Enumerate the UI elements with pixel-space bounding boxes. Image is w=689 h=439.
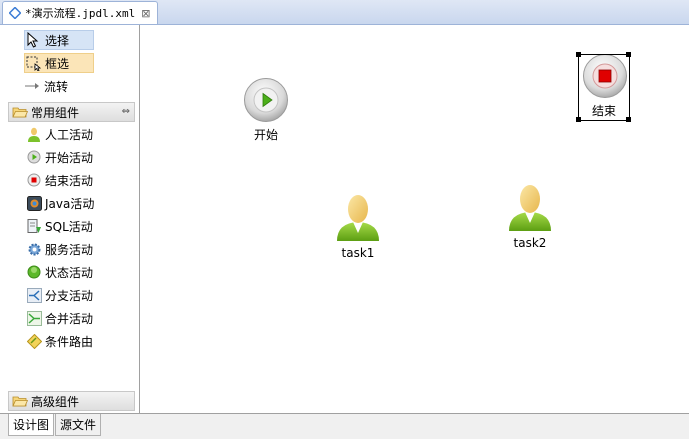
palette-item-sql[interactable]: SQL活动 (26, 216, 93, 236)
user-icon (509, 185, 551, 231)
palette-item-label: SQL活动 (45, 219, 93, 234)
start-icon (244, 78, 288, 122)
service-gear-icon (26, 241, 42, 257)
tab-source-label: 源文件 (60, 418, 97, 432)
resize-handle[interactable] (576, 52, 581, 57)
editor-tab-title: *演示流程.jpdl.xml (25, 7, 136, 20)
user-icon (337, 195, 379, 241)
palette-item-label: Java活动 (45, 196, 95, 211)
drawer-advanced[interactable]: 高级组件 (8, 391, 135, 411)
palette-item-label: 服务活动 (45, 242, 94, 257)
palette-item-label: 条件路由 (45, 334, 94, 349)
node-task2[interactable]: task2 (502, 183, 558, 250)
start-icon (26, 149, 42, 165)
node-task2-label: task2 (513, 236, 547, 250)
resize-handle[interactable] (626, 52, 631, 57)
tool-select-label: 选择 (45, 33, 70, 48)
tool-select[interactable]: 选择 (24, 30, 94, 50)
palette-item-service[interactable]: 服务活动 (26, 239, 93, 259)
palette-item-join[interactable]: 合并活动 (26, 308, 93, 328)
palette-item-end[interactable]: 结束活动 (26, 170, 93, 190)
node-start[interactable]: 开始 (236, 77, 296, 143)
state-icon (26, 264, 42, 280)
tool-flow-label: 流转 (44, 79, 69, 94)
folder-open-icon (12, 107, 28, 118)
selection-box (578, 54, 630, 121)
tool-flow[interactable]: 流转 (24, 76, 94, 96)
design-canvas[interactable]: 开始 结束 task1 task2 (140, 25, 689, 413)
diamond-icon (9, 7, 21, 19)
resize-handle[interactable] (576, 117, 581, 122)
palette-item-label: 结束活动 (45, 173, 94, 188)
arrow-right-icon (24, 78, 40, 94)
sql-icon (26, 218, 42, 234)
marquee-icon (25, 55, 41, 71)
tab-design[interactable]: 设计图 (8, 414, 55, 436)
palette-item-label: 人工活动 (45, 127, 94, 142)
drawer-common-label: 常用组件 (31, 105, 80, 120)
user-icon (26, 126, 42, 142)
tab-source[interactable]: 源文件 (55, 414, 102, 436)
fork-icon (26, 287, 42, 303)
palette-item-human-task[interactable]: 人工活动 (26, 124, 93, 144)
tool-marquee[interactable]: 框选 (24, 53, 94, 73)
palette-item-start[interactable]: 开始活动 (26, 147, 93, 167)
tab-design-label: 设计图 (13, 418, 50, 432)
editor-tab[interactable]: *演示流程.jpdl.xml ⊠ (2, 1, 158, 24)
palette-item-state[interactable]: 状态活动 (26, 262, 93, 282)
palette-item-label: 开始活动 (45, 150, 94, 165)
editor-page-tabs: 设计图 源文件 (0, 413, 689, 439)
palette-item-label: 分支活动 (45, 288, 94, 303)
drawer-common[interactable]: 常用组件 ⇔ (8, 102, 135, 122)
close-icon[interactable]: ⊠ (141, 7, 150, 20)
palette-item-label: 状态活动 (45, 265, 94, 280)
join-icon (26, 310, 42, 326)
drawer-advanced-label: 高级组件 (31, 394, 80, 409)
palette: 选择 框选 流转 常用组件 ⇔ 人工活动 开始活动 结束活动 Java活动 SQ… (0, 25, 140, 413)
palette-item-java[interactable]: Java活动 (26, 193, 94, 213)
resize-handle[interactable] (626, 117, 631, 122)
palette-item-decision[interactable]: 条件路由 (26, 331, 93, 351)
java-icon (26, 195, 42, 211)
stop-icon (26, 172, 42, 188)
palette-item-fork[interactable]: 分支活动 (26, 285, 93, 305)
folder-open-icon (12, 396, 28, 407)
pin-icon[interactable]: ⇔ (122, 106, 130, 117)
decision-icon (26, 333, 42, 349)
editor-tab-bar: *演示流程.jpdl.xml ⊠ (0, 0, 689, 25)
node-start-label: 开始 (253, 128, 278, 142)
node-task1[interactable]: task1 (330, 193, 386, 260)
node-task1-label: task1 (341, 246, 375, 260)
tool-marquee-label: 框选 (45, 56, 70, 71)
palette-item-label: 合并活动 (45, 311, 94, 326)
arrow-cursor-icon (25, 32, 41, 48)
